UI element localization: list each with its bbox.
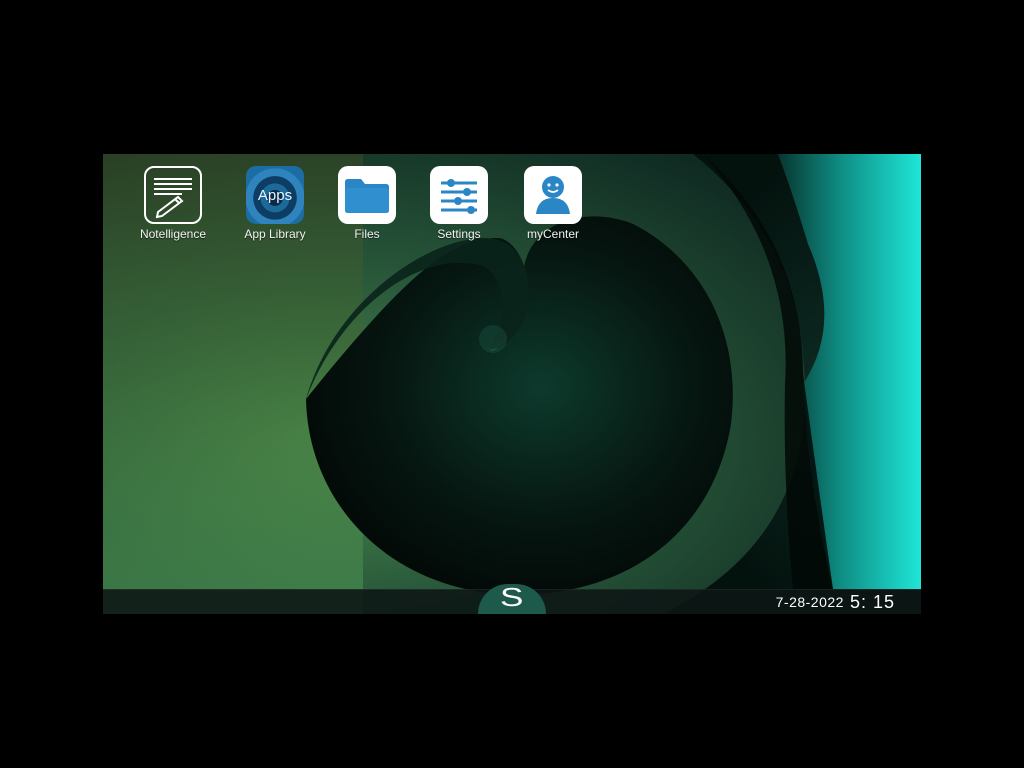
folder-icon (338, 166, 396, 224)
person-icon (524, 166, 582, 224)
clock-date: 7-28-2022 (775, 594, 844, 610)
app-library[interactable]: Apps App Library (225, 166, 325, 246)
taskbar-clock[interactable]: 7-28-2022 5: 15 (776, 590, 895, 614)
start-button-label: S (500, 582, 524, 612)
app-notelligence[interactable]: Notelligence (123, 166, 223, 246)
app-settings[interactable]: Settings (409, 166, 509, 246)
desktop-icon-grid: Notelligence Apps App Library Files Sett… (103, 154, 921, 254)
clock-time: 5: 15 (849, 591, 895, 612)
notepad-icon (144, 166, 202, 224)
sliders-icon (430, 166, 488, 224)
app-mycenter[interactable]: myCenter (503, 166, 603, 246)
apps-icon-text: Apps (257, 186, 293, 204)
apps-icon: Apps (246, 166, 304, 224)
desktop-screen: Notelligence Apps App Library Files Sett… (103, 154, 921, 614)
app-label: App Library (244, 227, 306, 241)
app-files[interactable]: Files (317, 166, 417, 246)
app-label: Notelligence (139, 227, 207, 241)
app-label: Files (354, 227, 380, 241)
app-label: Settings (437, 227, 481, 241)
app-label: myCenter (526, 227, 579, 241)
